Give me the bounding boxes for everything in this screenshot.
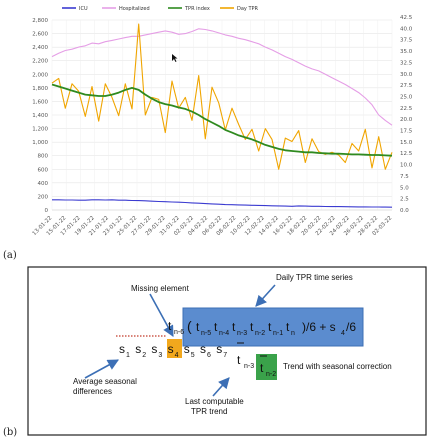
formula-term-sub: n-3 <box>237 330 247 337</box>
arrow-last-computable <box>212 377 230 397</box>
chart-legend: ICU Hospitalized TPR index Day TPR <box>62 6 259 12</box>
formula-tail-sub: 4 <box>341 330 345 337</box>
seasonal-s-sub: 7 <box>223 352 227 359</box>
formula-term-sub: n <box>291 330 295 337</box>
line-chart: 0 200 400 600 800 1,000 1,200 1,400 1,600 1,800 2,… <box>32 6 413 237</box>
seasonal-s: s <box>119 342 125 356</box>
y-left-tick-label: 2,000 <box>32 72 48 78</box>
tpr-trend-diagram: Daily TPR time series Missing element Av… <box>27 266 427 436</box>
y-left-tick-label: 200 <box>38 194 49 200</box>
y-right-tick-label: 10.0 <box>400 163 413 169</box>
trend-t-n3: t n-3 <box>237 342 254 370</box>
formula-term-sub: n-4 <box>219 330 229 337</box>
y-left-tick-label: 1,200 <box>32 127 48 133</box>
daily-tpr-box <box>182 307 364 347</box>
y-right-tick-label: 32.5 <box>400 60 413 66</box>
y-axis-right-ticks: 0.0 2.5 5.0 7.5 10.0 12.5 15.0 17.5 20.0 22.5 25.0… <box>400 15 413 214</box>
formula-term-sub: n-2 <box>255 330 265 337</box>
y-left-tick-label: 1,400 <box>32 113 48 119</box>
formula-open-paren: ( <box>187 318 192 334</box>
formula-lead-sub: n-6 <box>174 329 184 336</box>
seasonal-s-sub: 4 <box>175 352 179 359</box>
seasonal-s-sub: 1 <box>126 352 130 359</box>
seasonal-s-sub: 6 <box>207 352 211 359</box>
y-left-tick-label: 800 <box>38 154 49 160</box>
formula-term-sub: n-5 <box>201 330 211 337</box>
y-right-tick-label: 12.5 <box>400 151 413 157</box>
y-right-tick-label: 27.5 <box>400 83 413 89</box>
seasonal-s: s <box>168 342 174 356</box>
seasonal-s: s <box>200 342 206 356</box>
trend-t-n3-sub: n-3 <box>244 363 254 370</box>
legend-label: Hospitalized <box>119 6 150 12</box>
y-right-tick-label: 25.0 <box>400 94 413 100</box>
seasonal-s-sub: 2 <box>142 352 146 359</box>
seasonal-s: s <box>216 342 222 356</box>
legend-label: Day TPR <box>237 6 259 12</box>
y-right-tick-label: 30.0 <box>400 72 413 78</box>
y-left-tick-label: 0 <box>45 208 49 214</box>
seasonal-s: s <box>135 342 141 356</box>
y-right-tick-label: 42.5 <box>400 15 413 21</box>
y-right-tick-label: 0.0 <box>400 208 409 214</box>
last-computable-label-1: Last computable <box>185 397 244 406</box>
y-left-tick-label: 600 <box>38 167 49 173</box>
y-right-tick-label: 22.5 <box>400 106 413 112</box>
y-left-tick-label: 1,800 <box>32 86 48 92</box>
formula-tail: )/6 + s <box>302 320 336 334</box>
y-right-tick-label: 20.0 <box>400 117 413 123</box>
seasonal-s-sub: 5 <box>191 352 195 359</box>
legend-label: TPR index <box>184 6 210 12</box>
y-left-tick-label: 2,400 <box>32 45 48 51</box>
arrow-avg-seasonal <box>84 359 119 379</box>
arrow-daily-tpr <box>255 284 276 307</box>
trend-t-n2-sub: n-2 <box>266 371 276 378</box>
y-left-tick-label: 2,800 <box>32 18 48 24</box>
y-left-tick-label: 1,000 <box>32 140 48 146</box>
y-right-tick-label: 2.5 <box>400 197 409 203</box>
seasonal-s-sub: 3 <box>158 352 162 359</box>
missing-element-label: Missing element <box>131 284 190 293</box>
panel-a-label: (a) <box>3 250 17 261</box>
formula-lead-t: t <box>168 319 172 333</box>
y-left-tick-label: 1,600 <box>32 99 48 105</box>
panel-b-label: (b) <box>3 427 18 438</box>
avg-seasonal-label-1: Average seasonal <box>73 377 137 386</box>
y-left-tick-label: 2,200 <box>32 59 48 65</box>
trend-t-n3-symbol: t <box>237 353 241 367</box>
x-axis-ticks: 13-01-2215-01-2217-01-2219-01-2221-01-22… <box>32 215 394 237</box>
formula-term-sub: n-1 <box>273 330 283 337</box>
last-computable-label-2: TPR trend <box>191 407 227 416</box>
y-left-tick-label: 400 <box>38 181 49 187</box>
y-right-tick-label: 5.0 <box>400 185 409 191</box>
y-right-tick-label: 40.0 <box>400 26 413 32</box>
seasonal-s: s <box>184 342 190 356</box>
trend-seasonal-label: Trend with seasonal correction <box>283 362 392 371</box>
y-right-tick-label: 7.5 <box>400 174 409 180</box>
y-right-tick-label: 37.5 <box>400 38 413 44</box>
y-axis-left-ticks: 0 200 400 600 800 1,000 1,200 1,400 1,600 1,800 2,… <box>32 18 48 214</box>
y-right-tick-label: 35.0 <box>400 49 413 55</box>
seasonal-s: s <box>151 342 157 356</box>
y-right-tick-label: 15.0 <box>400 140 413 146</box>
y-left-tick-label: 2,600 <box>32 32 48 38</box>
avg-seasonal-label-2: differences <box>73 387 112 396</box>
legend-label: ICU <box>79 6 88 12</box>
y-right-tick-label: 17.5 <box>400 129 413 135</box>
formula-tail-end: /6 <box>346 320 356 334</box>
daily-tpr-label: Daily TPR time series <box>276 273 353 282</box>
